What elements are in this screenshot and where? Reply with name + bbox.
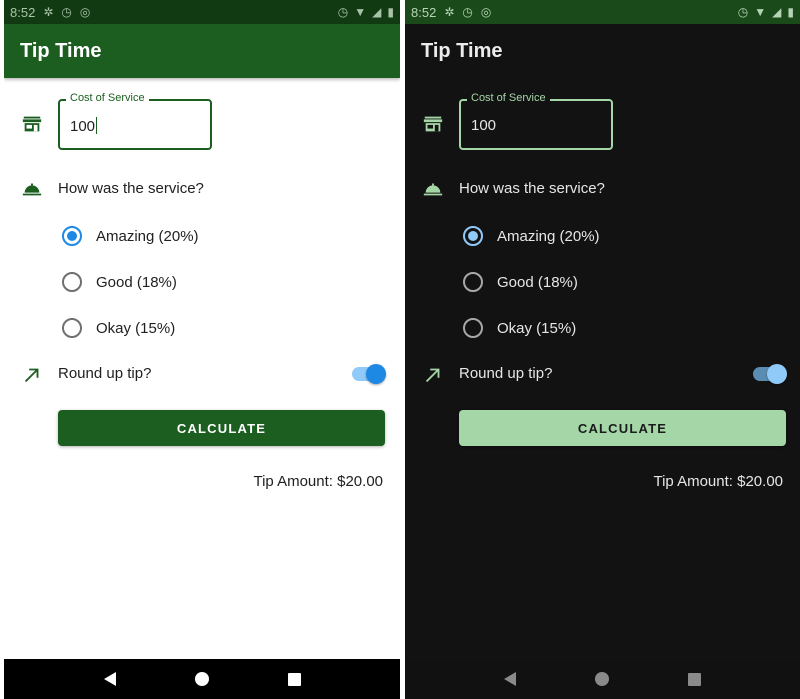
back-icon[interactable]	[504, 672, 517, 686]
trending-up-icon	[24, 368, 39, 383]
store-icon	[22, 116, 42, 132]
room-service-icon	[22, 183, 42, 196]
radio-label-amazing: Amazing (20%)	[497, 227, 600, 245]
app-title: Tip Time	[20, 39, 102, 62]
trending-up-icon	[425, 368, 440, 383]
app-bar: Tip Time	[405, 24, 800, 78]
switch-thumb	[767, 364, 787, 384]
radio-good[interactable]	[62, 272, 82, 292]
settings-icon: ✲	[444, 5, 455, 19]
calculate-button[interactable]: CALCULATE	[459, 410, 786, 446]
radio-okay[interactable]	[463, 318, 483, 338]
light-theme-screen: 8:52 ✲ ◷ ◎ ◷ ▼ ◢ ▮ Tip Time Cost of Serv…	[4, 0, 400, 699]
home-icon[interactable]	[594, 672, 609, 686]
tip-amount: Tip Amount: $20.00	[253, 473, 383, 490]
tip-option-okay[interactable]: Okay (15%)	[62, 316, 175, 340]
sync-icon: ◎	[79, 5, 91, 19]
wifi-icon: ▼	[354, 5, 367, 19]
sync-icon: ◎	[480, 5, 492, 19]
radio-okay[interactable]	[62, 318, 82, 338]
status-bar: 8:52 ✲ ◷ ◎ ◷ ▼ ◢ ▮	[405, 0, 800, 24]
app-bar: Tip Time	[4, 24, 400, 78]
radio-good[interactable]	[463, 272, 483, 292]
round-up-label: Round up tip?	[58, 365, 152, 382]
radio-label-okay: Okay (15%)	[497, 319, 577, 337]
signal-icon: ◢	[372, 5, 382, 19]
alarm-status-icon: ◷	[737, 5, 749, 19]
service-question: How was the service?	[459, 180, 605, 197]
home-icon[interactable]	[194, 672, 209, 686]
wifi-icon: ▼	[754, 5, 767, 19]
cost-of-service-value: 100	[70, 118, 96, 135]
tip-option-okay[interactable]: Okay (15%)	[463, 316, 576, 340]
cost-of-service-label: Cost of Service	[66, 92, 149, 104]
service-question: How was the service?	[58, 180, 204, 197]
status-time: 8:52	[10, 4, 36, 20]
calculate-button[interactable]: CALCULATE	[58, 410, 385, 446]
status-time: 8:52	[411, 4, 437, 20]
round-up-label: Round up tip?	[459, 365, 553, 382]
tip-option-amazing[interactable]: Amazing (20%)	[463, 224, 600, 248]
alarm-status-icon: ◷	[337, 5, 349, 19]
settings-icon: ✲	[43, 5, 54, 19]
app-title: Tip Time	[421, 39, 503, 62]
cost-of-service-field[interactable]: Cost of Service 100	[58, 92, 212, 150]
room-service-icon	[423, 183, 443, 196]
recents-icon[interactable]	[687, 672, 701, 686]
switch-thumb	[366, 364, 386, 384]
signal-icon: ◢	[772, 5, 782, 19]
round-up-switch[interactable]	[350, 364, 386, 384]
tip-option-good[interactable]: Good (18%)	[62, 270, 177, 294]
store-icon	[423, 116, 443, 132]
cost-of-service-field[interactable]: Cost of Service 100	[459, 92, 613, 150]
radio-amazing[interactable]	[62, 226, 82, 246]
round-up-switch[interactable]	[751, 364, 787, 384]
back-icon[interactable]	[103, 672, 116, 686]
tip-option-good[interactable]: Good (18%)	[463, 270, 578, 294]
status-bar: 8:52 ✲ ◷ ◎ ◷ ▼ ◢ ▮	[4, 0, 400, 24]
battery-icon: ▮	[387, 5, 394, 19]
radio-label-good: Good (18%)	[497, 273, 578, 291]
text-caret	[96, 117, 98, 134]
radio-label-good: Good (18%)	[96, 273, 177, 291]
radio-label-amazing: Amazing (20%)	[96, 227, 199, 245]
navigation-bar	[4, 659, 400, 699]
recents-icon[interactable]	[287, 672, 301, 686]
cost-of-service-label: Cost of Service	[467, 92, 550, 104]
alarm-icon: ◷	[462, 5, 473, 19]
radio-amazing[interactable]	[463, 226, 483, 246]
dark-theme-screen: 8:52 ✲ ◷ ◎ ◷ ▼ ◢ ▮ Tip Time Cost of Serv…	[405, 0, 800, 699]
battery-icon: ▮	[787, 5, 794, 19]
alarm-icon: ◷	[61, 5, 72, 19]
cost-of-service-value: 100	[471, 117, 497, 134]
tip-amount: Tip Amount: $20.00	[653, 473, 783, 490]
radio-label-okay: Okay (15%)	[96, 319, 176, 337]
navigation-bar	[405, 659, 800, 699]
tip-option-amazing[interactable]: Amazing (20%)	[62, 224, 199, 248]
